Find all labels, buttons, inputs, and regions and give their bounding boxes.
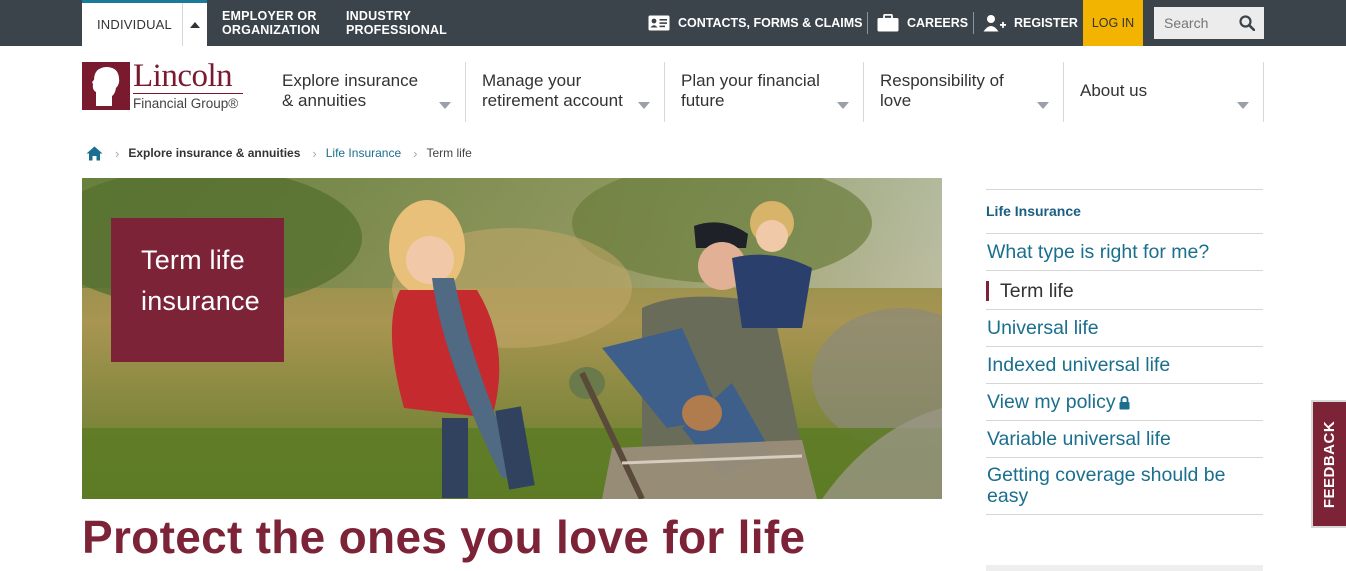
- side-item-term-life[interactable]: Term life: [986, 270, 1263, 309]
- search-icon: [1239, 15, 1255, 31]
- chevron-down-icon: [439, 102, 451, 109]
- nav-label-line1: About us: [1080, 81, 1148, 100]
- side-item-label: What type is right for me?: [987, 241, 1210, 263]
- nav-about-us[interactable]: About us: [1064, 62, 1264, 122]
- home-icon[interactable]: [86, 146, 103, 161]
- search-input[interactable]: [1154, 8, 1232, 38]
- chevron-down-icon: [1037, 102, 1049, 109]
- active-indicator: [986, 281, 989, 301]
- login-button[interactable]: LOG IN: [1083, 0, 1143, 46]
- side-item-universal-life[interactable]: Universal life: [986, 309, 1263, 346]
- breadcrumb-explore-insurance[interactable]: Explore insurance & annuities: [128, 146, 300, 160]
- careers-label: CAREERS: [907, 16, 969, 30]
- contacts-forms-claims-link[interactable]: CONTACTS, FORMS & CLAIMS: [648, 0, 862, 46]
- breadcrumb-separator: ›: [413, 145, 418, 161]
- briefcase-icon: [877, 14, 899, 32]
- register-link[interactable]: REGISTER: [983, 0, 1078, 46]
- breadcrumb: › Explore insurance & annuities › Life I…: [86, 144, 472, 162]
- side-menu-heading[interactable]: Life Insurance: [986, 203, 1081, 219]
- side-item-getting-coverage[interactable]: Getting coverage should be easy: [986, 457, 1263, 515]
- utility-divider: [973, 12, 974, 34]
- tab-employer-label-line2: ORGANIZATION: [222, 23, 320, 37]
- hero-title-box: Term life insurance: [111, 218, 284, 362]
- utility-divider: [867, 12, 868, 34]
- logo-subline: Financial Group®: [133, 96, 239, 111]
- utility-bar: INDIVIDUAL EMPLOYER OR ORGANIZATION INDU…: [0, 0, 1346, 46]
- hero-title-line2: insurance: [141, 286, 260, 316]
- side-item-label: Variable universal life: [987, 428, 1171, 450]
- nav-responsibility-of-love[interactable]: Responsibility of love: [864, 62, 1064, 122]
- breadcrumb-separator: ›: [312, 145, 317, 161]
- side-item-label: Universal life: [987, 317, 1099, 339]
- tab-industry-label-line2: PROFESSIONAL: [346, 23, 448, 37]
- feedback-label: FEEDBACK: [1321, 420, 1338, 508]
- breadcrumb-life-insurance[interactable]: Life Insurance: [326, 146, 401, 160]
- tab-employer-organization[interactable]: EMPLOYER OR ORGANIZATION: [222, 0, 320, 46]
- side-item-indexed-universal-life[interactable]: Indexed universal life: [986, 346, 1263, 383]
- feedback-tab[interactable]: FEEDBACK: [1311, 400, 1346, 528]
- breadcrumb-current: Term life: [426, 146, 472, 160]
- lincoln-logo[interactable]: Lincoln Financial Group®: [82, 58, 252, 114]
- tab-industry-label-line1: INDUSTRY: [346, 9, 412, 23]
- side-item-label: Indexed universal life: [987, 354, 1171, 376]
- tab-employer-label-line1: EMPLOYER OR: [222, 9, 317, 23]
- side-item-label-line1: Getting coverage should be: [987, 464, 1226, 486]
- careers-link[interactable]: CAREERS: [877, 0, 968, 46]
- hero-title-line1: Term life: [141, 245, 245, 275]
- side-menu-divider: [986, 189, 1263, 190]
- side-item-label-line2: easy: [987, 485, 1029, 507]
- chevron-down-icon: [837, 102, 849, 109]
- chevron-down-icon: [638, 102, 650, 109]
- nav-manage-retirement[interactable]: Manage your retirement account: [466, 62, 665, 122]
- nav-label-line2: & annuities: [282, 91, 367, 110]
- logo-divider: [133, 93, 243, 94]
- nav-label-line1: Manage your: [482, 71, 582, 90]
- side-item-variable-universal-life[interactable]: Variable universal life: [986, 420, 1263, 457]
- chevron-down-icon: [1237, 102, 1249, 109]
- side-item-view-my-policy[interactable]: View my policy: [986, 383, 1263, 420]
- tab-individual-label: INDIVIDUAL: [97, 16, 172, 32]
- tab-industry-professional[interactable]: INDUSTRY PROFESSIONAL: [346, 0, 447, 46]
- side-item-what-type[interactable]: What type is right for me?: [986, 233, 1263, 270]
- side-item-label: Term life: [1000, 280, 1074, 302]
- nav-plan-financial-future[interactable]: Plan your financial future: [665, 62, 864, 122]
- nav-label-line2: love: [880, 91, 912, 110]
- nav-label-line2: retirement account: [482, 91, 623, 110]
- tab-individual[interactable]: INDIVIDUAL: [82, 0, 207, 46]
- audience-toggle-caret-icon[interactable]: [182, 3, 207, 46]
- nav-label-line1: Responsibility of: [880, 71, 1004, 90]
- side-item-label: View my policy: [987, 391, 1116, 413]
- lock-icon: [1119, 395, 1130, 410]
- nav-label-line2: future: [681, 91, 725, 110]
- side-panel-edge: [986, 565, 1263, 571]
- contacts-label: CONTACTS, FORMS & CLAIMS: [678, 16, 863, 30]
- logo-wordmark: Lincoln: [133, 58, 233, 94]
- register-label: REGISTER: [1014, 16, 1078, 30]
- nav-label-line1: Explore insurance: [282, 71, 419, 90]
- contact-card-icon: [648, 15, 670, 31]
- search-box: [1154, 7, 1264, 39]
- nav-label-line1: Plan your financial: [681, 71, 820, 90]
- search-button[interactable]: [1232, 8, 1262, 38]
- breadcrumb-separator: ›: [115, 145, 120, 161]
- page-headline: Protect the ones you love for life: [82, 511, 806, 563]
- add-user-icon: [983, 15, 1006, 32]
- nav-explore-insurance[interactable]: Explore insurance & annuities: [266, 62, 466, 122]
- lincoln-profile-logo-icon: [82, 62, 130, 110]
